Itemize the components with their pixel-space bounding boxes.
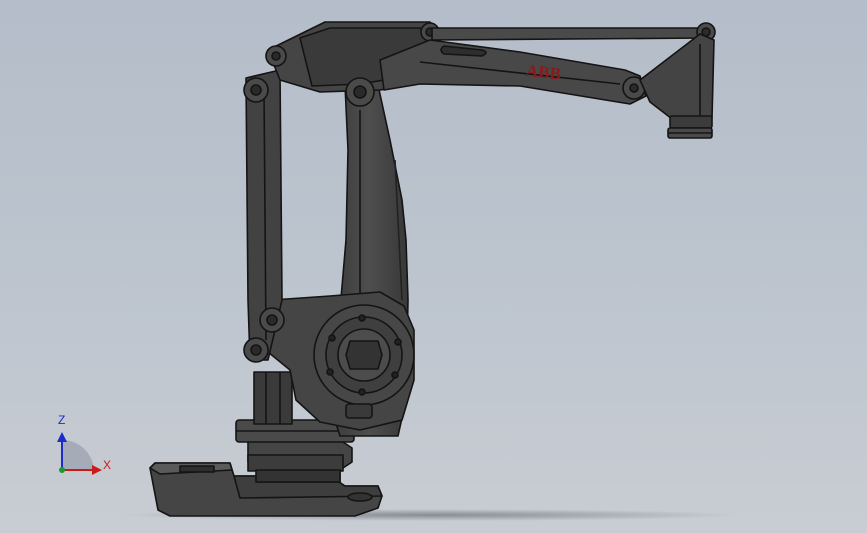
- triad-xy-plane: [62, 439, 94, 470]
- shoulder-label-plate: [345, 403, 373, 419]
- turntable-ring-lower: [247, 454, 344, 472]
- triad-z-arrow: [57, 432, 67, 442]
- robot-arm: [149, 21, 716, 517]
- triad-x-label: X: [103, 458, 112, 472]
- triad-z-label: Z: [58, 413, 66, 427]
- top-tie-rod: [431, 27, 707, 41]
- triad-y-axis: [59, 467, 65, 473]
- axis-motor: [253, 371, 293, 425]
- abb-logo: ABB: [525, 61, 562, 84]
- wrist-link: [639, 33, 715, 127]
- tool-flange: [669, 115, 713, 129]
- turntable-ring-base: [255, 469, 341, 483]
- coordinate-triad[interactable]: [57, 432, 102, 475]
- base-slot: [179, 465, 215, 473]
- robot-arm-model[interactable]: ABB: [0, 0, 867, 533]
- triad-x-arrow: [92, 465, 102, 475]
- base-bolt: [347, 492, 373, 502]
- shoulder-hub-square: [345, 340, 383, 370]
- graphics-viewport[interactable]: ABB Z X: [0, 0, 867, 533]
